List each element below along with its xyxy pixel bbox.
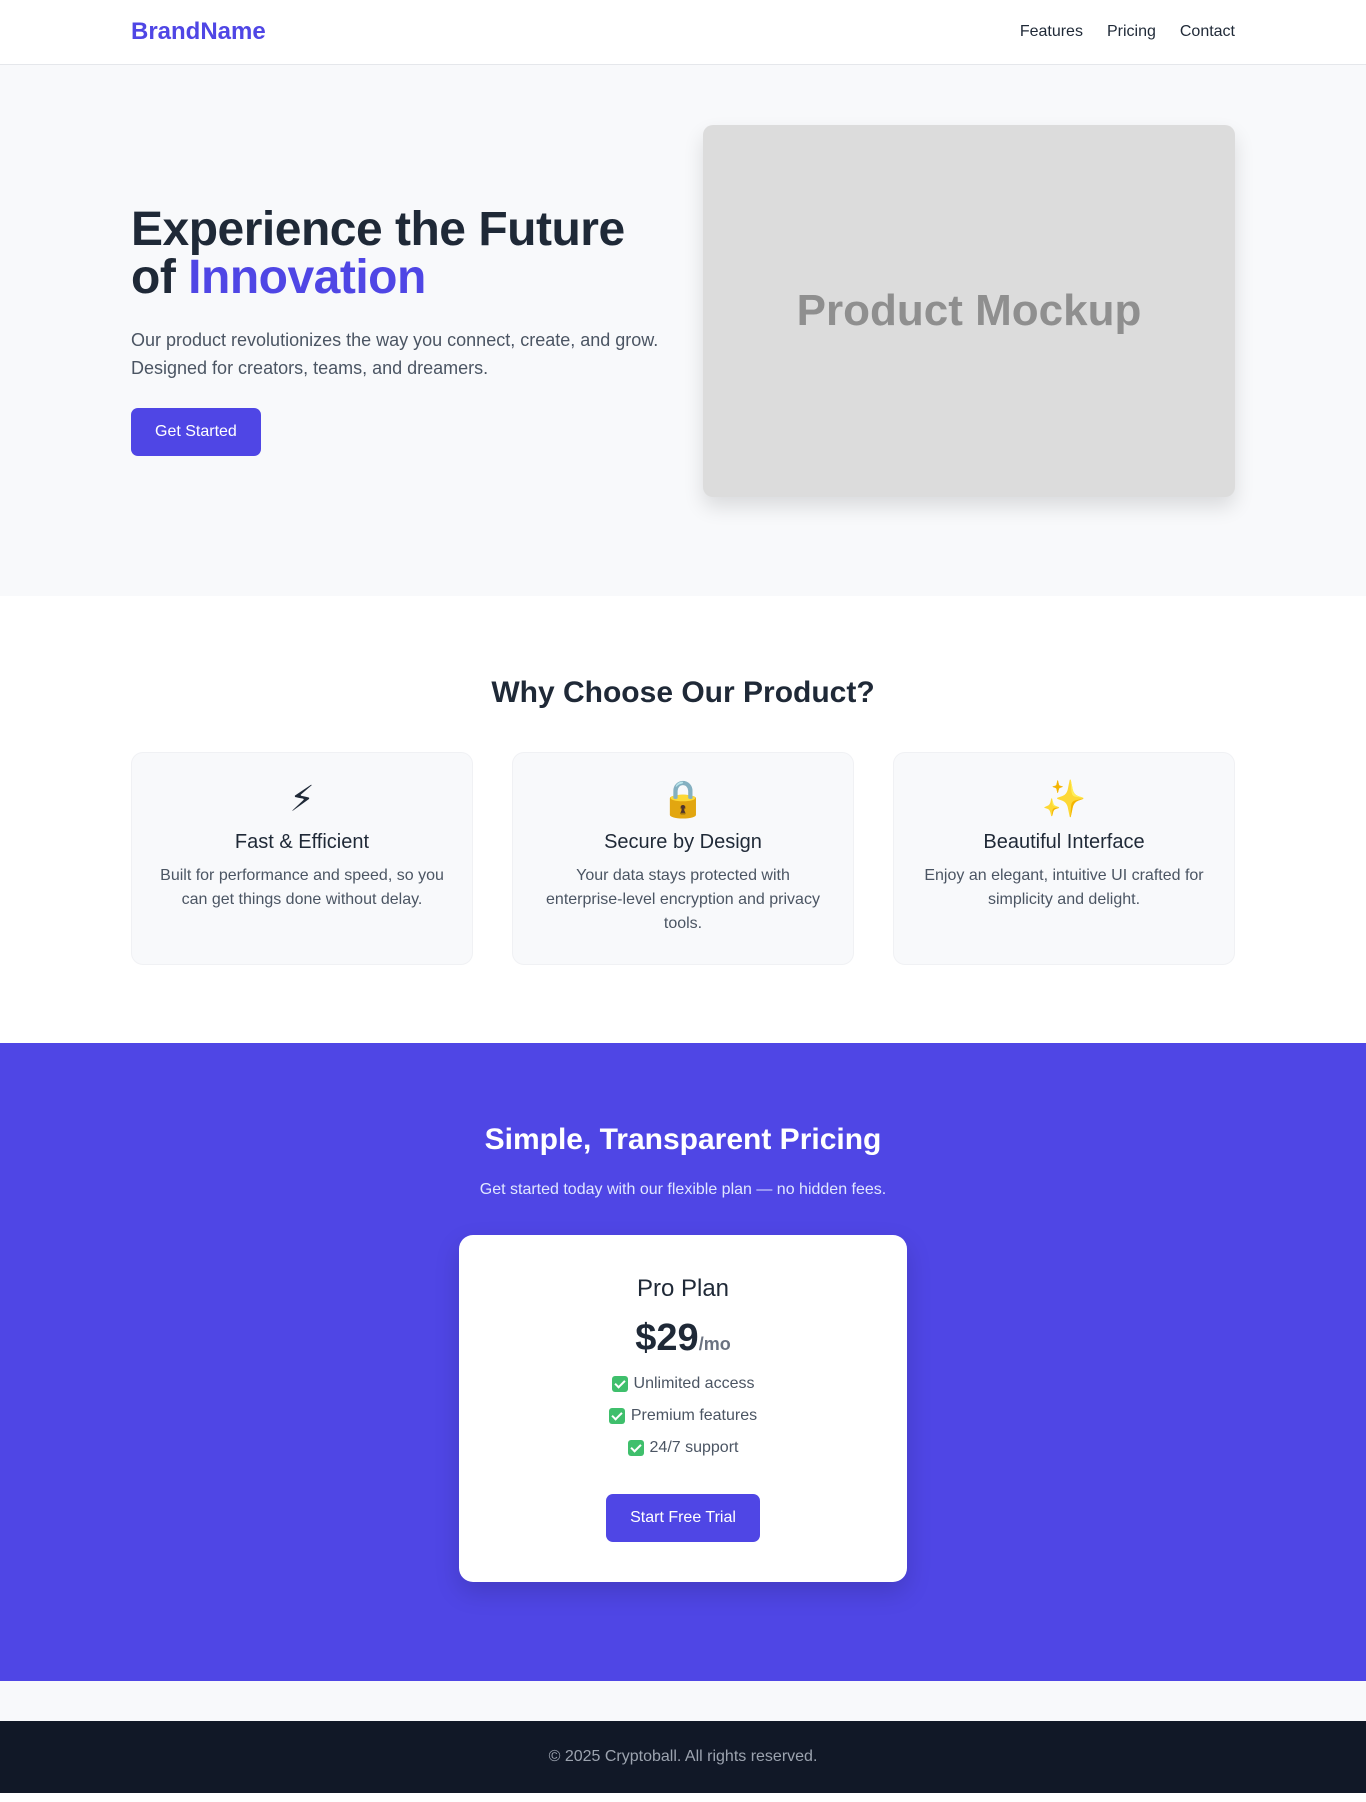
pricing-section: Simple, Transparent Pricing Get started …: [0, 1043, 1366, 1681]
check-icon: [611, 1376, 628, 1392]
check-icon: [608, 1408, 625, 1424]
brand-logo[interactable]: BrandName: [131, 18, 266, 46]
nav-link-features[interactable]: Features: [1020, 23, 1083, 41]
plan-feature-item: 24/7 support: [491, 1432, 875, 1464]
plan-price: $29/mo: [491, 1317, 875, 1360]
plan-name: Pro Plan: [636, 1275, 730, 1302]
footer-copyright: © 2025 Cryptoball. All rights reserved.: [548, 1748, 818, 1765]
features-section: Why Choose Our Product? ⚡ Fast & Efficie…: [0, 596, 1366, 1043]
feature-card-title: Beautiful Interface: [983, 831, 1145, 853]
feature-card-title: Fast & Efficient: [234, 831, 370, 853]
hero-title: Experience the Future of Innovation: [131, 202, 671, 304]
features-container: Why Choose Our Product? ⚡ Fast & Efficie…: [131, 676, 1235, 965]
feature-card-description: Enjoy an elegant, intuitive UI crafted f…: [924, 867, 1204, 908]
plan-feature-label: 24/7 support: [649, 1439, 739, 1456]
hero-title-of: of: [131, 250, 176, 304]
hero-title-accent: Innovation: [188, 250, 426, 304]
header-container: BrandName Features Pricing Contact: [131, 0, 1235, 64]
footer-spacer: [0, 1681, 1366, 1721]
nav-link-contact[interactable]: Contact: [1180, 23, 1235, 41]
start-free-trial-button[interactable]: Start Free Trial: [606, 1494, 760, 1542]
pricing-title: Simple, Transparent Pricing: [484, 1123, 882, 1156]
product-mockup: Product Mockup: [703, 124, 1235, 497]
features-title: Why Choose Our Product?: [491, 676, 875, 709]
main-nav: Features Pricing Contact: [1020, 23, 1235, 41]
hero-container: Experience the Future of Innovation Our …: [131, 65, 1235, 596]
feature-card-title: Secure by Design: [604, 831, 762, 853]
product-mockup-label: Product Mockup: [796, 285, 1142, 335]
lock-icon: 🔒: [660, 778, 706, 819]
check-icon: [627, 1440, 644, 1456]
plan-feature-item: Premium features: [491, 1400, 875, 1432]
plan-price-amount: $29: [635, 1317, 699, 1359]
hero-title-line1: Experience the Future: [131, 202, 625, 256]
pricing-subtitle: Get started today with our flexible plan…: [479, 1181, 887, 1198]
site-header: BrandName Features Pricing Contact: [0, 0, 1366, 65]
feature-card-interface: ✨ Beautiful Interface Enjoy an elegant, …: [893, 752, 1235, 965]
get-started-button[interactable]: Get Started: [131, 407, 261, 456]
hero-text: Experience the Future of Innovation Our …: [131, 202, 671, 456]
hero-section: Experience the Future of Innovation Our …: [0, 65, 1366, 596]
feature-card-secure: 🔒 Secure by Design Your data stays prote…: [512, 752, 854, 965]
feature-card-description: Your data stays protected with enterpris…: [546, 867, 820, 932]
feature-card-description: Built for performance and speed, so you …: [160, 867, 444, 908]
feature-card-fast: ⚡ Fast & Efficient Built for performance…: [131, 752, 473, 965]
plan-feature-label: Unlimited access: [633, 1375, 755, 1392]
sparkles-icon: ✨: [1041, 778, 1087, 819]
plan-feature-label: Premium features: [630, 1407, 758, 1424]
site-footer: © 2025 Cryptoball. All rights reserved.: [0, 1721, 1366, 1793]
nav-link-pricing[interactable]: Pricing: [1107, 23, 1156, 41]
plan-price-period: /mo: [698, 1334, 731, 1354]
lightning-icon: ⚡: [289, 778, 315, 819]
plan-feature-item: Unlimited access: [491, 1368, 875, 1400]
plan-feature-list: Unlimited access Premium features 24/7 s…: [491, 1368, 875, 1464]
feature-cards: ⚡ Fast & Efficient Built for performance…: [131, 752, 1235, 965]
plan-card: Pro Plan $29/mo Unlimited access Premium…: [459, 1235, 907, 1582]
hero-description: Our product revolutionizes the way you c…: [131, 329, 659, 378]
